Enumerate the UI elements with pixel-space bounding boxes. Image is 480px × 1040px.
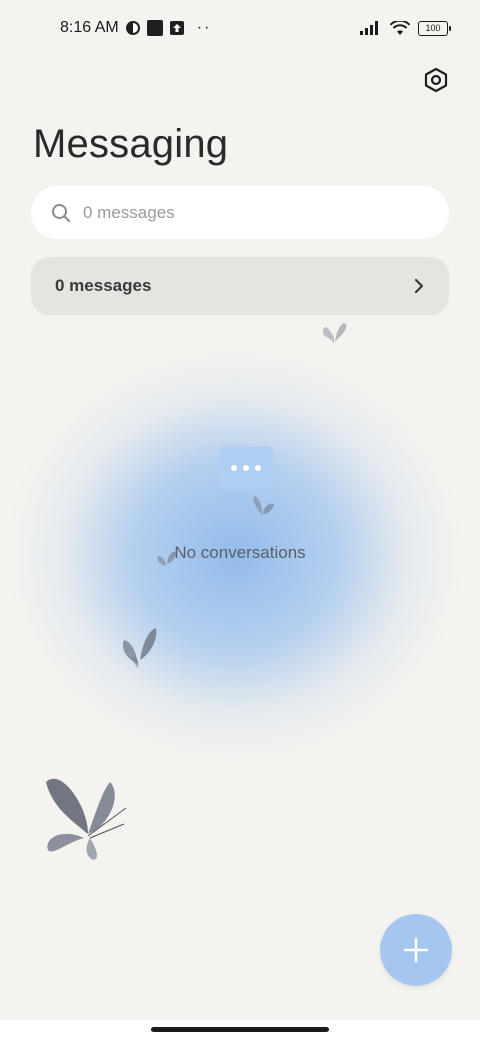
- search-bar[interactable]: [31, 186, 449, 239]
- app-notification-icon: [125, 21, 140, 35]
- clock: 8:16 AM: [60, 19, 119, 36]
- butterfly-icon: [122, 628, 157, 668]
- square-notification-icon: [146, 20, 163, 36]
- chat-bubble-icon: [219, 447, 273, 489]
- plus-icon: [403, 937, 429, 963]
- upload-icon: [169, 21, 184, 35]
- messages-summary-label: 0 messages: [55, 276, 152, 295]
- signal-icon: [360, 21, 378, 35]
- settings-hexagon-icon: [424, 67, 448, 93]
- wifi-icon: [390, 20, 410, 35]
- empty-state-text: No conversations: [174, 543, 306, 562]
- search-input[interactable]: [81, 201, 405, 224]
- butterfly-icon: [322, 323, 347, 344]
- more-dots-icon: ··: [196, 19, 212, 36]
- new-conversation-button[interactable]: [380, 914, 452, 986]
- butterfly-icon: [46, 778, 127, 860]
- search-icon: [52, 203, 70, 222]
- chevron-right-icon: [414, 278, 424, 294]
- battery-icon: 100: [418, 20, 451, 36]
- home-gesture-handle[interactable]: [151, 1027, 329, 1032]
- status-bar: 8:16 AM ·· 100: [0, 0, 480, 56]
- page-title: Messaging: [33, 122, 229, 166]
- settings-button[interactable]: [422, 66, 450, 94]
- butterfly-icon: [253, 496, 274, 516]
- messages-summary-card[interactable]: 0 messages: [31, 257, 449, 315]
